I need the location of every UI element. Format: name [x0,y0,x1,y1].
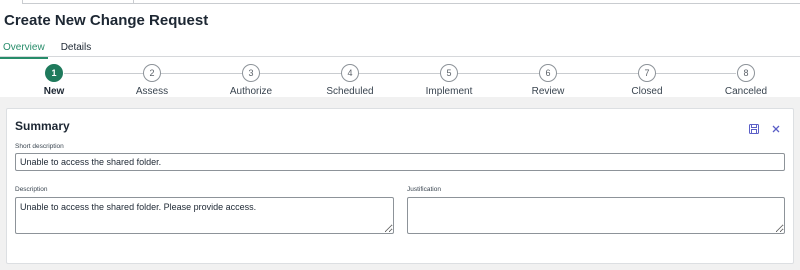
close-icon[interactable] [770,122,782,134]
save-icon[interactable] [748,122,760,134]
short-description-label: Short description [15,143,64,150]
step-number: 4 [341,64,359,82]
page-title: Create New Change Request [4,12,209,29]
summary-card: Summary Short description Description Un… [6,108,794,264]
state-stepper: 1 New 2 Assess 3 Authorize 4 Scheduled 5… [0,64,800,97]
step-number: 3 [242,64,260,82]
step-canceled[interactable]: 8 Canceled [706,64,786,97]
step-closed[interactable]: 7 Closed [607,64,687,97]
step-authorize[interactable]: 3 Authorize [211,64,291,97]
tabs-divider [0,56,800,57]
step-label: Canceled [724,86,768,97]
step-number: 1 [45,64,63,82]
step-number: 8 [737,64,755,82]
step-label: Authorize [229,86,273,97]
browser-tab[interactable] [22,0,134,4]
short-description-input[interactable] [15,153,785,171]
justification-label: Justification [407,186,441,193]
step-new[interactable]: 1 New [14,64,94,97]
justification-textarea[interactable] [407,197,785,234]
step-number: 2 [143,64,161,82]
step-assess[interactable]: 2 Assess [112,64,192,97]
step-number: 7 [638,64,656,82]
step-implement[interactable]: 5 Implement [409,64,489,97]
description-textarea[interactable]: Unable to access the shared folder. Plea… [15,197,394,234]
step-label: Implement [425,86,473,97]
step-number: 6 [539,64,557,82]
summary-title: Summary [15,119,70,133]
divider [134,3,800,4]
step-label: Assess [135,86,169,97]
step-label: Closed [631,86,663,97]
step-scheduled[interactable]: 4 Scheduled [310,64,390,97]
step-label: Scheduled [326,86,374,97]
description-label: Description [15,186,48,193]
step-label: New [43,86,65,97]
step-label: Review [531,86,565,97]
header: Create New Change Request Overview Detai… [0,0,800,97]
step-number: 5 [440,64,458,82]
step-review[interactable]: 6 Review [508,64,588,97]
